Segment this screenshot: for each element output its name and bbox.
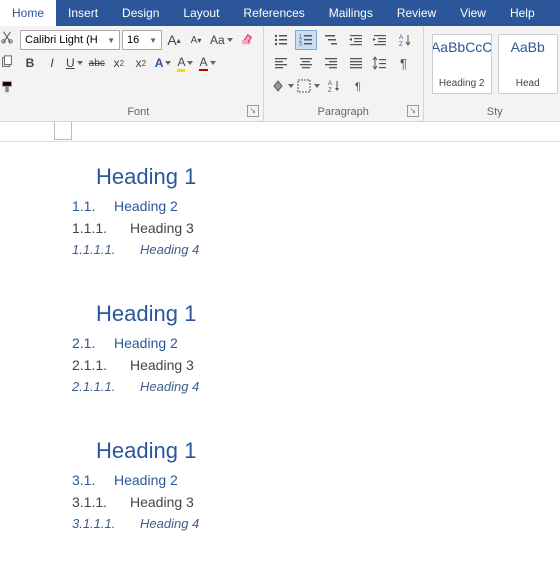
heading-4[interactable]: Heading 4	[140, 242, 199, 257]
font-size-combo[interactable]: 16 ▼	[122, 30, 162, 50]
heading-4-number: 2.1.1.1.	[72, 379, 128, 394]
tab-design[interactable]: Design	[110, 0, 171, 26]
strikethrough-button[interactable]: abc	[87, 53, 107, 73]
style-preview: AaBbCcC	[432, 39, 492, 55]
heading-4-number: 3.1.1.1.	[72, 516, 128, 531]
doc-section: Heading 1 2.1.Heading 2 2.1.1.Heading 3 …	[72, 301, 560, 394]
tab-view[interactable]: View	[448, 0, 498, 26]
heading-2[interactable]: Heading 2	[114, 198, 178, 214]
tab-mailings[interactable]: Mailings	[317, 0, 385, 26]
font-name-value: Calibri Light (H	[25, 34, 98, 46]
paragraph-group: 123 AZ ¶ AZ ¶ Paragraph	[264, 26, 424, 121]
align-center-button[interactable]	[295, 53, 318, 73]
svg-text:A: A	[399, 35, 403, 41]
bold-button[interactable]: B	[20, 53, 40, 73]
line-spacing-button[interactable]	[369, 53, 392, 73]
ruler-corner	[54, 122, 72, 140]
heading-3-number: 1.1.1.	[72, 220, 118, 236]
tab-layout[interactable]: Layout	[171, 0, 231, 26]
sort-button[interactable]: AZ	[394, 30, 417, 50]
style-label: Head	[516, 78, 540, 89]
tab-references[interactable]: References	[231, 0, 316, 26]
ribbon: Calibri Light (H ▼ 16 ▼ A▴ A▾ Aa B I U a…	[0, 26, 560, 122]
shrink-font-button[interactable]: A▾	[186, 30, 206, 50]
style-preview: AaBb	[511, 39, 545, 55]
heading-3-number: 3.1.1.	[72, 494, 118, 510]
heading-1[interactable]: Heading 1	[96, 438, 560, 464]
paragraph-dialog-launcher[interactable]: ↘	[407, 105, 419, 117]
grow-font-button[interactable]: A▴	[164, 30, 184, 50]
heading-3[interactable]: Heading 3	[130, 220, 194, 236]
ruler	[0, 122, 560, 142]
svg-text:3: 3	[299, 42, 302, 48]
font-group: Calibri Light (H ▼ 16 ▼ A▴ A▾ Aa B I U a…	[14, 26, 264, 121]
tab-insert[interactable]: Insert	[56, 0, 110, 26]
chevron-down-icon: ▼	[107, 36, 115, 45]
chevron-down-icon: ▼	[149, 36, 157, 45]
tab-review[interactable]: Review	[385, 0, 448, 26]
heading-2[interactable]: Heading 2	[114, 335, 178, 351]
ribbon-tabs: Home Insert Design Layout References Mai…	[0, 0, 560, 26]
paragraph-marks-button[interactable]: ¶	[348, 76, 372, 96]
doc-section: Heading 1 1.1.Heading 2 1.1.1.Heading 3 …	[72, 164, 560, 257]
font-dialog-launcher[interactable]: ↘	[247, 105, 259, 117]
heading-1[interactable]: Heading 1	[96, 301, 560, 327]
font-name-combo[interactable]: Calibri Light (H ▼	[20, 30, 120, 50]
show-marks-button[interactable]: ¶	[394, 53, 417, 73]
style-heading-next[interactable]: AaBb Head	[498, 34, 558, 94]
svg-text:Z: Z	[399, 42, 403, 48]
style-heading-2[interactable]: AaBbCcC Heading 2	[432, 34, 492, 94]
tab-help[interactable]: Help	[498, 0, 547, 26]
heading-4-number: 1.1.1.1.	[72, 242, 128, 257]
subscript-button[interactable]: x2	[109, 53, 129, 73]
heading-3[interactable]: Heading 3	[130, 494, 194, 510]
borders-button[interactable]	[296, 76, 320, 96]
style-label: Heading 2	[439, 78, 485, 89]
clear-formatting-button[interactable]	[237, 30, 257, 50]
underline-button[interactable]: U	[64, 53, 85, 73]
multilevel-list-button[interactable]	[319, 30, 342, 50]
heading-2-number: 2.1.	[72, 335, 102, 351]
heading-1[interactable]: Heading 1	[96, 164, 560, 190]
font-size-value: 16	[127, 34, 139, 46]
clipboard-column	[0, 26, 14, 121]
align-left-button[interactable]	[270, 53, 293, 73]
styles-group-label: Sty	[424, 103, 560, 121]
cut-icon[interactable]	[0, 30, 14, 49]
heading-2-number: 1.1.	[72, 198, 102, 214]
align-right-button[interactable]	[319, 53, 342, 73]
bullets-button[interactable]	[270, 30, 293, 50]
increase-indent-button[interactable]	[369, 30, 392, 50]
heading-4[interactable]: Heading 4	[140, 379, 199, 394]
font-color-button[interactable]: A	[197, 53, 217, 73]
sort-az-button[interactable]: AZ	[322, 76, 346, 96]
justify-button[interactable]	[344, 53, 367, 73]
doc-section: Heading 1 3.1.Heading 2 3.1.1.Heading 3 …	[72, 438, 560, 531]
svg-text:¶: ¶	[400, 56, 407, 71]
heading-4[interactable]: Heading 4	[140, 516, 199, 531]
svg-text:Z: Z	[328, 88, 332, 94]
heading-3[interactable]: Heading 3	[130, 357, 194, 373]
paragraph-group-label: Paragraph ↘	[264, 103, 423, 121]
decrease-indent-button[interactable]	[344, 30, 367, 50]
format-painter-icon[interactable]	[0, 80, 14, 99]
highlight-button[interactable]: A	[175, 53, 195, 73]
change-case-button[interactable]: Aa	[208, 30, 235, 50]
svg-text:A: A	[328, 81, 332, 87]
tab-home[interactable]: Home	[0, 0, 56, 26]
numbering-button[interactable]: 123	[295, 30, 318, 50]
superscript-button[interactable]: x2	[131, 53, 151, 73]
copy-icon[interactable]	[0, 55, 14, 74]
heading-2-number: 3.1.	[72, 472, 102, 488]
styles-group: AaBbCcC Heading 2 AaBb Head Sty	[424, 26, 560, 121]
text-effects-button[interactable]: A	[153, 53, 174, 73]
heading-2[interactable]: Heading 2	[114, 472, 178, 488]
heading-3-number: 2.1.1.	[72, 357, 118, 373]
svg-text:¶: ¶	[355, 81, 361, 93]
italic-button[interactable]: I	[42, 53, 62, 73]
font-group-label: Font ↘	[14, 103, 263, 121]
shading-button[interactable]	[270, 76, 294, 96]
document-area[interactable]: Heading 1 1.1.Heading 2 1.1.1.Heading 3 …	[0, 142, 560, 531]
